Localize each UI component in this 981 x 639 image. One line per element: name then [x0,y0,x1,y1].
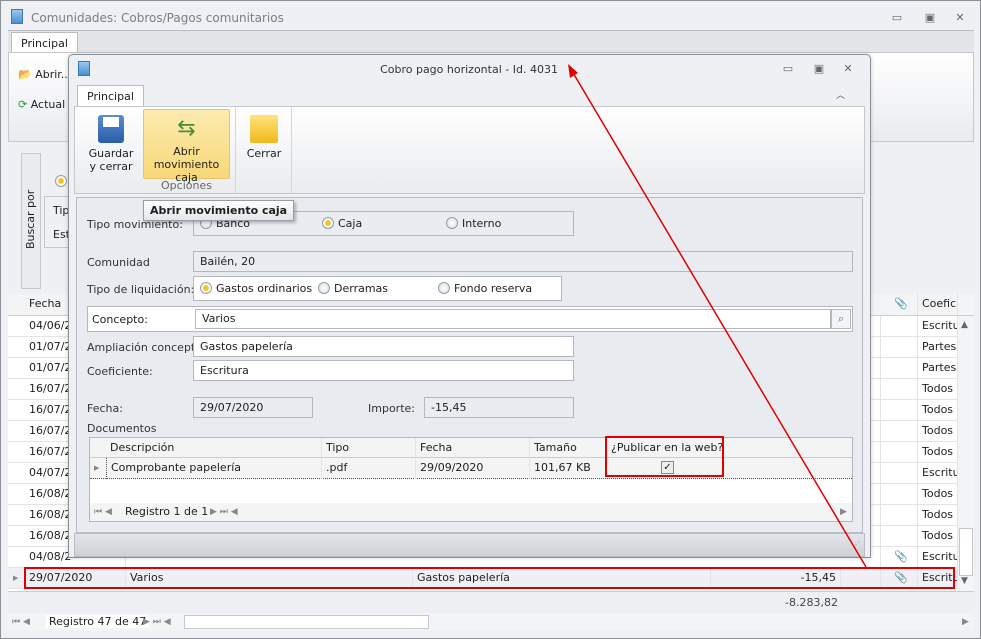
annotation-arrow [568,64,867,568]
